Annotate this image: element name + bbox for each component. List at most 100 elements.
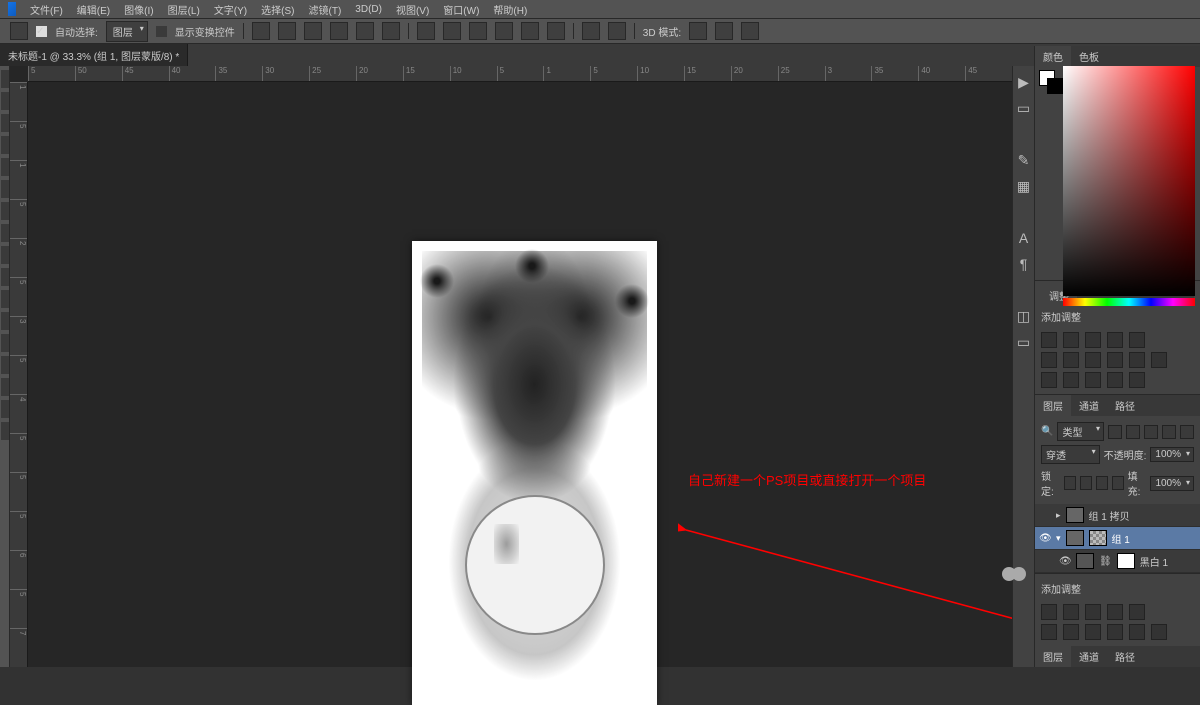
- distribute-icon[interactable]: [608, 22, 626, 40]
- tool-button[interactable]: [1, 114, 9, 132]
- tool-button[interactable]: [1, 356, 9, 374]
- hue-icon[interactable]: [1041, 352, 1057, 368]
- background-swatch[interactable]: [1047, 78, 1063, 94]
- mode3d-icon[interactable]: [689, 22, 707, 40]
- vibrance-icon[interactable]: [1129, 604, 1145, 620]
- distribute-icon[interactable]: [469, 22, 487, 40]
- tool-button[interactable]: [1, 422, 9, 440]
- distribute-icon[interactable]: [547, 22, 565, 40]
- align-icon[interactable]: [356, 22, 374, 40]
- filter-icon[interactable]: [1144, 425, 1158, 439]
- layer-name[interactable]: 黑白 1: [1140, 554, 1168, 569]
- vibrance-icon[interactable]: [1129, 332, 1145, 348]
- tab-channels[interactable]: 通道: [1071, 395, 1107, 416]
- tool-button[interactable]: [1, 400, 9, 418]
- mode3d-icon[interactable]: [715, 22, 733, 40]
- tool-button[interactable]: [1, 92, 9, 110]
- tab-layers[interactable]: 图层: [1035, 395, 1071, 416]
- bw-icon[interactable]: [1085, 624, 1101, 640]
- expand-icon[interactable]: ▸: [1056, 510, 1061, 521]
- history-icon[interactable]: ▶: [1016, 74, 1032, 90]
- lock-position-icon[interactable]: [1096, 476, 1108, 490]
- menu-window[interactable]: 窗口(W): [437, 0, 485, 19]
- hue-icon[interactable]: [1041, 624, 1057, 640]
- document-tab[interactable]: 未标题-1 @ 33.3% (组 1, 图层蒙版/8) *: [0, 44, 188, 67]
- lock-pixels-icon[interactable]: [1080, 476, 1092, 490]
- paragraph-icon[interactable]: ¶: [1016, 256, 1032, 272]
- menu-layer[interactable]: 图层(L): [162, 0, 206, 19]
- distribute-icon[interactable]: [443, 22, 461, 40]
- foreground-background-swatch[interactable]: [1039, 70, 1063, 94]
- bw-icon[interactable]: [1085, 352, 1101, 368]
- filter-icon[interactable]: [1126, 425, 1140, 439]
- layer-row[interactable]: ▸ 组 1 拷贝: [1035, 504, 1200, 527]
- mode3d-icon[interactable]: [741, 22, 759, 40]
- visibility-icon[interactable]: 👁: [1059, 556, 1071, 567]
- filter-icon[interactable]: [1162, 425, 1176, 439]
- gradient-map-icon[interactable]: [1107, 372, 1123, 388]
- invert-icon[interactable]: [1041, 372, 1057, 388]
- menu-select[interactable]: 选择(S): [255, 0, 300, 19]
- styles-icon[interactable]: ▭: [1016, 100, 1032, 116]
- filter-icon[interactable]: [1180, 425, 1194, 439]
- brightness-icon[interactable]: [1041, 332, 1057, 348]
- auto-select-dropdown[interactable]: 图层: [106, 21, 148, 42]
- artboard[interactable]: [412, 241, 657, 705]
- tab-channels[interactable]: 通道: [1071, 646, 1107, 667]
- threshold-icon[interactable]: [1085, 372, 1101, 388]
- align-icon[interactable]: [252, 22, 270, 40]
- layer-name[interactable]: 组 1 拷贝: [1089, 508, 1130, 523]
- mask-thumbnail[interactable]: [1117, 553, 1135, 569]
- exposure-icon[interactable]: [1107, 604, 1123, 620]
- levels-icon[interactable]: [1063, 604, 1079, 620]
- tool-button[interactable]: [1, 70, 9, 88]
- menu-file[interactable]: 文件(F): [24, 0, 69, 19]
- distribute-icon[interactable]: [582, 22, 600, 40]
- layer-name[interactable]: 组 1: [1112, 531, 1130, 546]
- tab-paths[interactable]: 路径: [1107, 646, 1143, 667]
- tab-color[interactable]: 颜色: [1035, 46, 1071, 67]
- color-balance-icon[interactable]: [1063, 624, 1079, 640]
- menu-3d[interactable]: 3D(D): [349, 2, 388, 17]
- selective-color-icon[interactable]: [1129, 372, 1145, 388]
- visibility-icon[interactable]: 👁: [1039, 533, 1051, 544]
- curves-icon[interactable]: [1085, 604, 1101, 620]
- show-transform-checkbox[interactable]: [156, 26, 167, 37]
- posterize-icon[interactable]: [1063, 372, 1079, 388]
- tool-button[interactable]: [1, 246, 9, 264]
- color-balance-icon[interactable]: [1063, 352, 1079, 368]
- canvas-background[interactable]: 自己新建一个PS项目或直接打开一个项目: [28, 82, 1012, 667]
- layers-icon[interactable]: ▭: [1016, 334, 1032, 350]
- align-icon[interactable]: [304, 22, 322, 40]
- align-icon[interactable]: [330, 22, 348, 40]
- avatar-icon[interactable]: [1012, 567, 1026, 581]
- tool-button[interactable]: [1, 224, 9, 242]
- tool-button[interactable]: [1, 334, 9, 352]
- distribute-icon[interactable]: [495, 22, 513, 40]
- filter-type-dropdown[interactable]: 类型: [1057, 422, 1104, 441]
- move-tool-icon[interactable]: [10, 22, 28, 40]
- tool-button[interactable]: [1, 312, 9, 330]
- mask-thumbnail[interactable]: [1089, 530, 1107, 546]
- menu-image[interactable]: 图像(I): [118, 0, 159, 19]
- menu-filter[interactable]: 滤镜(T): [303, 0, 348, 19]
- layer-row[interactable]: 👁 ▾ 组 1: [1035, 527, 1200, 550]
- expand-icon[interactable]: ▾: [1056, 533, 1061, 544]
- exposure-icon[interactable]: [1107, 332, 1123, 348]
- distribute-icon[interactable]: [521, 22, 539, 40]
- brush-panel-icon[interactable]: ✎: [1016, 152, 1032, 168]
- menu-edit[interactable]: 编辑(E): [71, 0, 116, 19]
- filter-icon[interactable]: [1108, 425, 1122, 439]
- distribute-icon[interactable]: [417, 22, 435, 40]
- blend-mode-dropdown[interactable]: 穿透: [1041, 445, 1100, 464]
- channel-mixer-icon[interactable]: [1129, 624, 1145, 640]
- brightness-icon[interactable]: [1041, 604, 1057, 620]
- layer-row[interactable]: 👁 ⛓ 黑白 1: [1035, 550, 1200, 573]
- tool-button[interactable]: [1, 180, 9, 198]
- tool-button[interactable]: [1, 136, 9, 154]
- levels-icon[interactable]: [1063, 332, 1079, 348]
- align-icon[interactable]: [382, 22, 400, 40]
- channel-mixer-icon[interactable]: [1129, 352, 1145, 368]
- lock-all-icon[interactable]: [1112, 476, 1124, 490]
- menu-view[interactable]: 视图(V): [390, 0, 435, 19]
